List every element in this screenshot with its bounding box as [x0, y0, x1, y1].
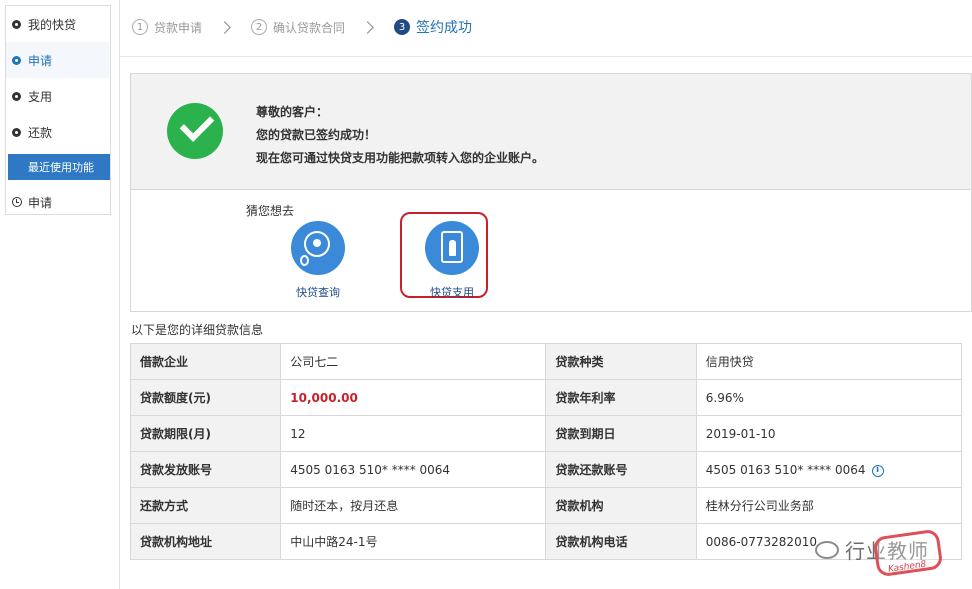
- shortcut-label: 快贷查询: [296, 286, 340, 299]
- quick-loan-query-button[interactable]: 快贷查询: [286, 221, 350, 300]
- sidebar-item-label: 我的快贷: [28, 17, 77, 32]
- step-sign-success: 3 签约成功: [394, 17, 472, 37]
- guess-panel: 猜您想去 快贷查询 快贷支用: [130, 190, 972, 312]
- step-label: 签约成功: [416, 20, 473, 36]
- cell-label: 贷款额度(元): [129, 379, 282, 416]
- cell-value: 中山中路24-1号: [280, 523, 547, 560]
- cell-label: 贷款到期日: [545, 415, 697, 452]
- table-row: 贷款期限(月) 12 贷款到期日 2019-01-10: [129, 415, 963, 452]
- table-row: 借款企业 公司七二 贷款种类 信用快贷: [129, 343, 963, 380]
- table-row: 贷款额度(元) 10,000.00 贷款年利率 6.96%: [129, 379, 963, 416]
- cell-value: 12: [280, 415, 547, 452]
- cell-label: 还款方式: [129, 487, 282, 524]
- step-number: 1: [132, 19, 148, 35]
- greeting: 尊敬的客户：: [256, 105, 329, 119]
- cell-label: 贷款机构电话: [545, 523, 697, 560]
- cell-label: 借款企业: [129, 343, 282, 380]
- step-number: 2: [251, 19, 268, 35]
- cell-value: 桂林分行公司业务部: [695, 487, 963, 524]
- sidebar-item-label: 支用: [28, 89, 53, 104]
- cell-value: 随时还本，按月还息: [280, 487, 547, 524]
- sidebar-item-repay[interactable]: 还款: [6, 114, 110, 150]
- loan-amount-value: 10,000.00: [280, 379, 547, 416]
- cell-label: 贷款年利率: [545, 379, 697, 416]
- recent-item-label: 申请: [28, 195, 53, 210]
- cell-label: 贷款期限(月): [129, 415, 282, 452]
- shortcut-label: 快贷支用: [430, 286, 474, 299]
- sidebar-item-my-loan[interactable]: 我的快贷: [6, 6, 110, 42]
- tap-hand-icon: [425, 221, 479, 275]
- bullet-icon: [12, 127, 21, 137]
- chevron-right-icon: [218, 20, 231, 34]
- cell-label: 贷款机构地址: [129, 523, 282, 560]
- search-loan-icon: [291, 221, 345, 275]
- cell-label: 贷款还款账号: [545, 451, 697, 488]
- sidebar: 我的快贷 申请 支用 还款 最近使用功能 申请: [5, 5, 111, 215]
- success-message: 尊敬的客户： 您的贷款已签约成功！ 现在您可通过快贷支用功能把款项转入您的企业账…: [256, 101, 544, 170]
- sidebar-item-apply[interactable]: 申请: [6, 42, 110, 78]
- cell-value-with-info: 4505 0163 510* **** 0064 i: [695, 451, 963, 488]
- cell-value: 信用快贷: [695, 343, 963, 380]
- repay-account-value: 4505 0163 510* **** 0064: [705, 462, 866, 477]
- cell-label: 贷款机构: [545, 487, 697, 524]
- step-apply: 1 贷款申请: [132, 19, 202, 36]
- step-progress: 1 贷款申请 2 确认贷款合同 3 签约成功: [132, 0, 472, 54]
- bullet-icon: [12, 19, 21, 29]
- quick-loan-withdraw-button[interactable]: 快贷支用: [420, 221, 484, 300]
- step-label: 贷款申请: [154, 20, 203, 35]
- bullet-icon: [12, 91, 21, 101]
- divider: [120, 56, 972, 57]
- bullet-icon: [12, 55, 21, 65]
- check-circle-icon: [167, 103, 223, 159]
- info-icon[interactable]: i: [871, 464, 884, 477]
- sidebar-item-label: 申请: [28, 53, 53, 68]
- cell-value: 4505 0163 510* **** 0064: [280, 451, 547, 488]
- main-content: 1 贷款申请 2 确认贷款合同 3 签约成功 尊敬的客户： 您的贷款已签约成功！…: [119, 0, 972, 589]
- step-number: 3: [394, 19, 411, 35]
- guess-title: 猜您想去: [246, 204, 295, 218]
- cell-value: 公司七二: [280, 343, 547, 380]
- loan-detail-table: 借款企业 公司七二 贷款种类 信用快贷 贷款额度(元) 10,000.00 贷款…: [129, 343, 963, 560]
- cell-label: 贷款发放账号: [129, 451, 282, 488]
- clock-icon: [12, 197, 22, 207]
- step-label: 确认贷款合同: [273, 20, 346, 35]
- instruction-line: 现在您可通过快贷支用功能把款项转入您的企业账户。: [256, 151, 545, 165]
- cell-value: 6.96%: [695, 379, 963, 416]
- chevron-right-icon: [361, 20, 374, 34]
- cell-label: 贷款种类: [545, 343, 697, 380]
- table-row: 还款方式 随时还本，按月还息 贷款机构 桂林分行公司业务部: [129, 487, 963, 524]
- recent-item-apply[interactable]: 申请: [6, 184, 110, 220]
- step-confirm-contract: 2 确认贷款合同: [251, 19, 345, 36]
- cell-value: 2019-01-10: [695, 415, 963, 452]
- success-line: 您的贷款已签约成功！: [256, 128, 377, 142]
- sidebar-item-withdraw[interactable]: 支用: [6, 78, 110, 114]
- sidebar-item-label: 还款: [28, 125, 53, 140]
- table-row: 贷款发放账号 4505 0163 510* **** 0064 贷款还款账号 4…: [129, 451, 963, 488]
- detail-title: 以下是您的详细贷款信息: [131, 323, 264, 337]
- watermark: 行业教师 Kashen8: [815, 528, 944, 578]
- recent-functions-header: 最近使用功能: [8, 154, 110, 180]
- wechat-icon: [815, 540, 839, 559]
- success-panel: 尊敬的客户： 您的贷款已签约成功！ 现在您可通过快贷支用功能把款项转入您的企业账…: [130, 73, 972, 190]
